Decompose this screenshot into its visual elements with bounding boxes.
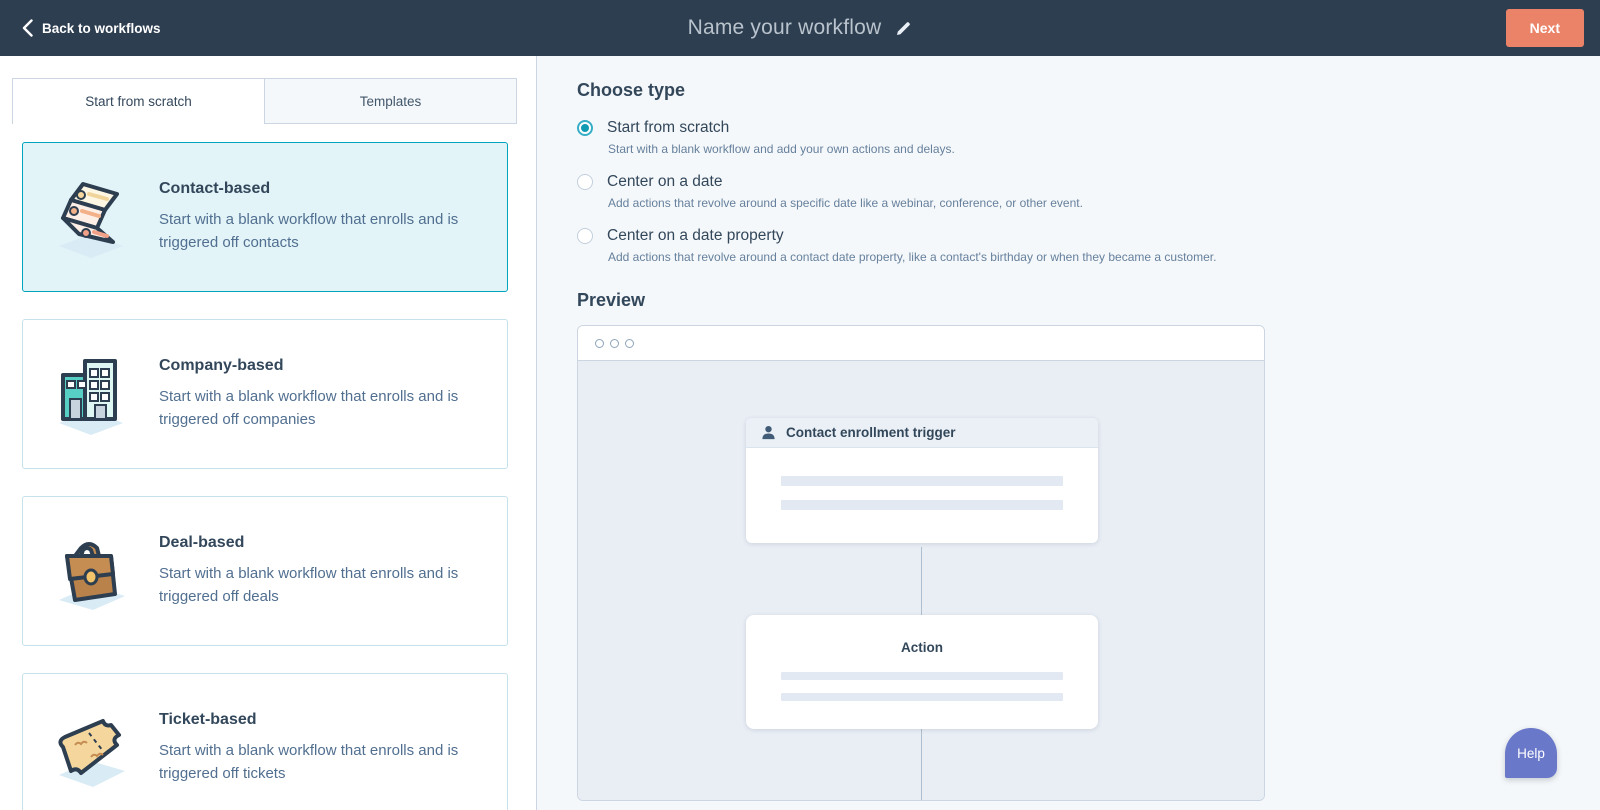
briefcase-icon [49, 530, 133, 612]
radio-row[interactable]: Start from scratch [577, 119, 1600, 137]
card-title: Deal-based [159, 534, 245, 551]
tab-start-from-scratch[interactable]: Start from scratch [12, 78, 265, 124]
trigger-label: Contact enrollment trigger [786, 425, 956, 440]
placeholder-bar [781, 476, 1063, 486]
contact-person-icon [762, 425, 775, 440]
radio-start-from-scratch[interactable] [577, 120, 593, 136]
option-center-on-date-property: Center on a date property Add actions th… [577, 227, 1600, 264]
trigger-card-header: Contact enrollment trigger [746, 418, 1098, 448]
option-description: Add actions that revolve around a specif… [608, 196, 1083, 210]
edit-pencil-icon[interactable] [895, 20, 912, 37]
back-label: Back to workflows [42, 20, 161, 36]
browser-dot-icon [625, 338, 634, 348]
browser-chrome-bar [578, 326, 1264, 361]
workflow-canvas: Contact enrollment trigger Action [578, 361, 1264, 800]
action-card-body [781, 672, 1063, 701]
radio-center-on-date[interactable] [577, 174, 593, 190]
choose-type-heading: Choose type [577, 80, 686, 100]
help-button[interactable]: Help [1505, 728, 1557, 778]
card-title: Company-based [159, 357, 284, 374]
card-company-based[interactable]: Company-based Start with a blank workflo… [22, 319, 508, 469]
sidebar-tabs: Start from scratch Templates [12, 78, 517, 124]
radio-row[interactable]: Center on a date [577, 173, 1600, 191]
action-card: Action [746, 615, 1098, 729]
option-label: Start from scratch [607, 119, 730, 136]
browser-dot-icon [610, 338, 619, 348]
contacts-icon [49, 176, 133, 258]
option-start-from-scratch: Start from scratch Start with a blank wo… [577, 119, 1600, 156]
action-label: Action [901, 640, 943, 655]
card-text: Contact-based Start with a blank workflo… [159, 180, 481, 254]
object-type-card-list: Contact-based Start with a blank workflo… [22, 142, 536, 810]
next-button[interactable]: Next [1505, 9, 1584, 47]
card-description: Start with a blank workflow that enrolls… [159, 211, 459, 251]
chevron-left-icon [22, 19, 33, 37]
card-ticket-based[interactable]: Ticket-based Start with a blank workflow… [22, 673, 508, 810]
content-area: Start from scratch Templates Contact-bas… [0, 56, 1600, 810]
top-bar: Back to workflows Name your workflow Nex… [0, 0, 1600, 56]
workflow-type-sidebar: Start from scratch Templates Contact-bas… [0, 56, 537, 810]
placeholder-bar [781, 500, 1063, 510]
placeholder-bar [781, 672, 1063, 680]
main-panel: Choose type Start from scratch Start wit… [537, 56, 1600, 810]
card-description: Start with a blank workflow that enrolls… [159, 565, 459, 605]
card-title: Contact-based [159, 180, 271, 197]
card-text: Ticket-based Start with a blank workflow… [159, 711, 481, 785]
option-label: Center on a date [607, 173, 723, 190]
enrollment-trigger-card: Contact enrollment trigger [746, 418, 1098, 543]
option-description: Start with a blank workflow and add your… [608, 142, 955, 156]
card-deal-based[interactable]: Deal-based Start with a blank workflow t… [22, 496, 508, 646]
card-title: Ticket-based [159, 711, 257, 728]
placeholder-bar [781, 693, 1063, 701]
option-label: Center on a date property [607, 227, 784, 244]
preview-heading: Preview [577, 290, 646, 310]
card-contact-based[interactable]: Contact-based Start with a blank workflo… [22, 142, 508, 292]
option-center-on-date: Center on a date Add actions that revolv… [577, 173, 1600, 210]
radio-row[interactable]: Center on a date property [577, 227, 1600, 245]
card-text: Company-based Start with a blank workflo… [159, 357, 481, 431]
workflow-preview: Contact enrollment trigger Action [577, 325, 1265, 801]
option-description: Add actions that revolve around a contac… [608, 250, 1217, 264]
radio-center-on-date-property[interactable] [577, 228, 593, 244]
card-description: Start with a blank workflow that enrolls… [159, 742, 459, 782]
browser-dot-icon [595, 338, 604, 348]
card-text: Deal-based Start with a blank workflow t… [159, 534, 481, 608]
type-options: Start from scratch Start with a blank wo… [577, 119, 1600, 264]
back-to-workflows-button[interactable]: Back to workflows [22, 19, 161, 37]
company-icon [49, 353, 133, 435]
tab-templates[interactable]: Templates [265, 78, 517, 124]
card-description: Start with a blank workflow that enrolls… [159, 388, 459, 428]
trigger-card-body [746, 448, 1098, 543]
ticket-icon [49, 707, 133, 789]
workflow-name-title[interactable]: Name your workflow [688, 16, 882, 40]
